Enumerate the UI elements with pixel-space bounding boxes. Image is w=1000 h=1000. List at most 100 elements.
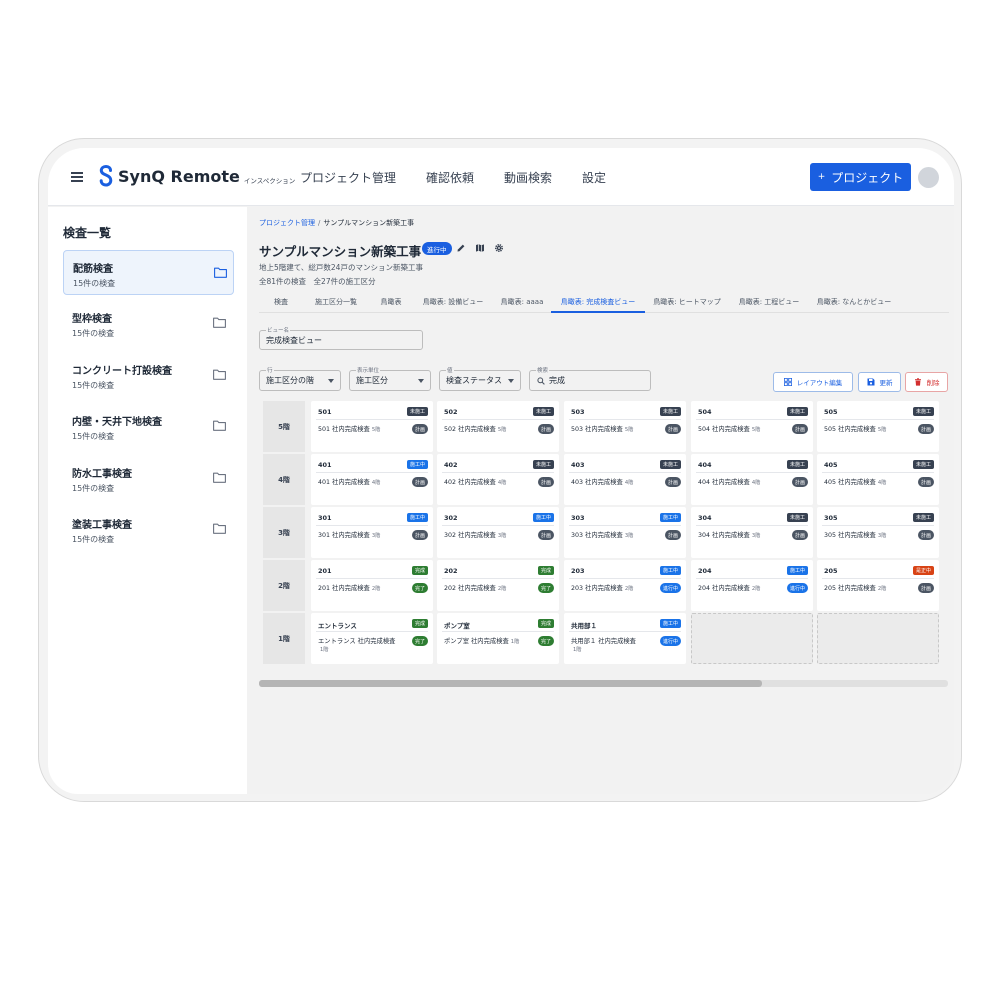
section-status-badge: 未施工 — [532, 460, 554, 469]
section-card[interactable]: 404 未施工 404 社内完成検査 4階 計画 — [691, 454, 813, 505]
inspection-item[interactable]: 202 社内完成検査 2階 — [444, 584, 532, 594]
delete-button[interactable]: 削除 — [905, 372, 948, 392]
inspection-floor: 2階 — [751, 586, 761, 592]
sidebar-item[interactable]: 防水工事検査 15件の検査 — [63, 456, 234, 501]
sidebar-item-label: 内壁・天井下地検査 — [72, 417, 162, 428]
inspection-item[interactable]: 304 社内完成検査 3階 — [698, 531, 786, 541]
section-card[interactable]: 302 施工中 302 社内完成検査 3階 計画 — [437, 507, 559, 558]
search-input[interactable]: 検索 完成 — [529, 366, 651, 391]
section-card[interactable]: 305 未施工 305 社内完成検査 3階 計画 — [817, 507, 939, 558]
inspection-floor: 5階 — [751, 427, 761, 433]
inspection-item[interactable]: 505 社内完成検査 5階 — [824, 425, 912, 435]
inspection-status-badge: 計画 — [791, 424, 808, 434]
inspection-item[interactable]: 302 社内完成検査 3階 — [444, 531, 532, 541]
inspection-item[interactable]: ポンプ室 社内完成検査 1階 — [444, 637, 532, 647]
scrollbar-thumb[interactable] — [259, 680, 762, 687]
nav-video-search[interactable]: 動画検索 — [504, 169, 552, 186]
divider — [316, 525, 428, 526]
inspection-item[interactable]: 203 社内完成検査 2階 — [571, 584, 659, 594]
horizontal-scrollbar[interactable] — [259, 680, 948, 687]
inspection-item[interactable]: 305 社内完成検査 3階 — [824, 531, 912, 541]
inspection-item[interactable]: 404 社内完成検査 4階 — [698, 478, 786, 488]
inspection-item[interactable]: 204 社内完成検査 2階 — [698, 584, 786, 594]
section-card[interactable]: 204 施工中 204 社内完成検査 2階 進行中 — [691, 560, 813, 611]
tab-inspection[interactable]: 検査 — [259, 292, 303, 313]
section-card[interactable]: 401 施工中 401 社内完成検査 4階 計画 — [311, 454, 433, 505]
row-select[interactable]: 行 施工区分の階 — [259, 366, 341, 391]
nav-settings[interactable]: 設定 — [582, 169, 606, 186]
inspection-item[interactable]: 405 社内完成検査 4階 — [824, 478, 912, 488]
view-tabs: 検査 施工区分一覧 鳥瞰表 鳥瞰表: 設備ビュー 鳥瞰表: aaaa 鳥瞰表: … — [259, 292, 949, 313]
section-status-badge: 未施工 — [659, 407, 681, 416]
section-card[interactable]: 504 未施工 504 社内完成検査 5階 計画 — [691, 401, 813, 452]
tab-birdseye-other[interactable]: 鳥瞰表: なんとかビュー — [809, 292, 899, 313]
section-card[interactable]: 304 未施工 304 社内完成検査 3階 計画 — [691, 507, 813, 558]
section-card[interactable]: エントランス 完成 エントランス 社内完成検査 1階 完了 — [311, 613, 433, 664]
inspection-item[interactable]: 205 社内完成検査 2階 — [824, 584, 912, 594]
sidebar-item[interactable]: 配筋検査 15件の検査 — [63, 250, 234, 295]
section-card[interactable]: 402 未施工 402 社内完成検査 4階 計画 — [437, 454, 559, 505]
update-button[interactable]: 更新 — [858, 372, 901, 392]
section-card[interactable]: 201 完成 201 社内完成検査 2階 完了 — [311, 560, 433, 611]
save-icon — [867, 378, 874, 386]
nav-project-management[interactable]: プロジェクト管理 — [300, 169, 396, 186]
map-icon[interactable] — [475, 243, 485, 253]
sidebar-item[interactable]: コンクリート打設検査 15件の検査 — [63, 353, 234, 398]
inspection-item[interactable]: 201 社内完成検査 2階 — [318, 584, 406, 594]
inspection-item[interactable]: 503 社内完成検査 5階 — [571, 425, 659, 435]
inspection-floor: 2階 — [877, 586, 887, 592]
inspection-item[interactable]: エントランス 社内完成検査 1階 — [318, 637, 406, 655]
sidebar-item[interactable]: 塗装工事検査 15件の検査 — [63, 507, 234, 552]
menu-icon[interactable] — [71, 172, 83, 182]
tab-birdseye-heatmap[interactable]: 鳥瞰表: ヒートマップ — [645, 292, 729, 313]
section-card[interactable]: 301 施工中 301 社内完成検査 3階 計画 — [311, 507, 433, 558]
inspection-item[interactable]: 401 社内完成検査 4階 — [318, 478, 406, 488]
section-card[interactable]: ポンプ室 完成 ポンプ室 社内完成検査 1階 完了 — [437, 613, 559, 664]
inspection-item[interactable]: 303 社内完成検査 3階 — [571, 531, 659, 541]
breadcrumb-link[interactable]: プロジェクト管理 — [259, 219, 315, 227]
avatar[interactable] — [918, 167, 939, 188]
inspection-item[interactable]: 501 社内完成検査 5階 — [318, 425, 406, 435]
inspection-item[interactable]: 共用部１ 社内完成検査 1階 — [571, 637, 659, 655]
tab-birdseye-completion[interactable]: 鳥瞰表: 完成検査ビュー — [551, 292, 645, 313]
section-card[interactable]: 205 是正中 205 社内完成検査 2階 計画 — [817, 560, 939, 611]
section-card[interactable]: 303 施工中 303 社内完成検査 3階 計画 — [564, 507, 686, 558]
divider — [316, 578, 428, 579]
new-project-button[interactable]: + プロジェクト — [810, 163, 911, 191]
tab-birdseye-aaaa[interactable]: 鳥瞰表: aaaa — [493, 292, 551, 313]
inspection-item[interactable]: 301 社内完成検査 3階 — [318, 531, 406, 541]
empty-cell — [817, 613, 939, 664]
view-name-field[interactable]: ビュー名 完成検査ビュー — [259, 326, 423, 350]
app-logo[interactable]: SynQ Remote インスペクション — [97, 165, 295, 187]
section-card[interactable]: 403 未施工 403 社内完成検査 4階 計画 — [564, 454, 686, 505]
section-card[interactable]: 共用部１ 施工中 共用部１ 社内完成検査 1階 進行中 — [564, 613, 686, 664]
sidebar-item[interactable]: 内壁・天井下地検査 15件の検査 — [63, 404, 234, 449]
nav-review-requests[interactable]: 確認依頼 — [426, 169, 474, 186]
section-card[interactable]: 202 完成 202 社内完成検査 2階 完了 — [437, 560, 559, 611]
unit-select[interactable]: 表示単位 施工区分 — [349, 366, 431, 391]
section-name: 404 — [698, 461, 712, 469]
inspection-status-badge: 計画 — [791, 477, 808, 487]
value-select[interactable]: 値 検査ステータス — [439, 366, 521, 391]
inspection-item[interactable]: 402 社内完成検査 4階 — [444, 478, 532, 488]
tab-birdseye-process[interactable]: 鳥瞰表: 工程ビュー — [729, 292, 809, 313]
edit-icon[interactable] — [456, 243, 466, 253]
floor-label: 5階 — [263, 401, 305, 452]
tab-birdseye-equipment[interactable]: 鳥瞰表: 設備ビュー — [413, 292, 493, 313]
inspection-item[interactable]: 403 社内完成検査 4階 — [571, 478, 659, 488]
layout-edit-button[interactable]: レイアウト編集 — [773, 372, 853, 392]
inspection-item[interactable]: 502 社内完成検査 5階 — [444, 425, 532, 435]
settings-icon[interactable] — [494, 243, 504, 253]
section-card[interactable]: 502 未施工 502 社内完成検査 5階 計画 — [437, 401, 559, 452]
section-card[interactable]: 505 未施工 505 社内完成検査 5階 計画 — [817, 401, 939, 452]
section-card[interactable]: 405 未施工 405 社内完成検査 4階 計画 — [817, 454, 939, 505]
sidebar-item-count: 15件の検査 — [72, 432, 115, 441]
tab-birdseye[interactable]: 鳥瞰表 — [369, 292, 413, 313]
section-card[interactable]: 503 未施工 503 社内完成検査 5階 計画 — [564, 401, 686, 452]
inspection-item[interactable]: 504 社内完成検査 5階 — [698, 425, 786, 435]
tab-section-list[interactable]: 施工区分一覧 — [303, 292, 369, 313]
sidebar-item[interactable]: 型枠検査 15件の検査 — [63, 301, 234, 346]
section-card[interactable]: 203 施工中 203 社内完成検査 2階 進行中 — [564, 560, 686, 611]
birdseye-grid: 5階 501 未施工 501 社内完成検査 5階 計画 502 未施工 502 社内完成検査 5階… — [259, 401, 948, 672]
section-card[interactable]: 501 未施工 501 社内完成検査 5階 計画 — [311, 401, 433, 452]
